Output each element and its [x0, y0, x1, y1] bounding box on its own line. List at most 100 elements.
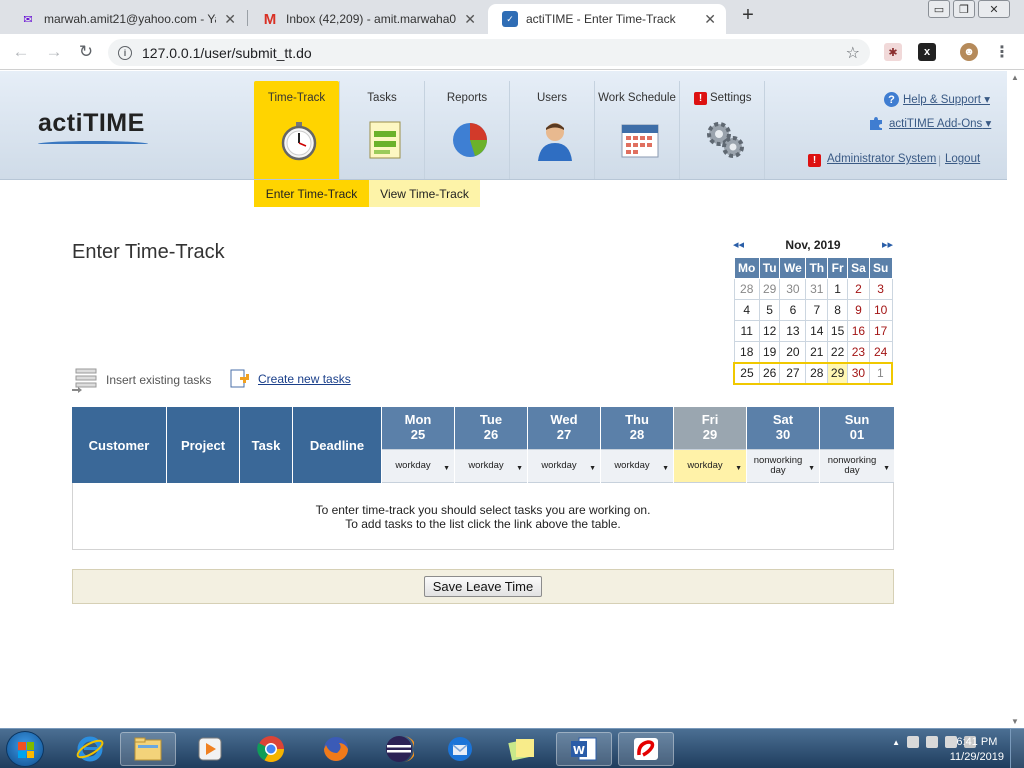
day-type-select[interactable]: workday ▼ — [528, 449, 600, 483]
taskbar-media-player[interactable] — [182, 732, 238, 766]
calendar-day[interactable]: 17 — [868, 320, 893, 342]
nav-users[interactable]: Users — [509, 81, 594, 179]
back-button[interactable]: ← — [9, 40, 33, 64]
taskbar-eclipse[interactable] — [371, 732, 427, 766]
calendar-day[interactable]: 11 — [733, 320, 760, 342]
calendar-day[interactable]: 12 — [758, 320, 781, 342]
nav-work-schedule[interactable]: Work Schedule — [594, 81, 679, 179]
calendar-day[interactable]: 25 — [732, 361, 760, 385]
nav-time-track[interactable]: Time-Track — [254, 81, 339, 179]
insert-existing-tasks[interactable]: Insert existing tasks — [72, 367, 211, 393]
profile-avatar[interactable]: ☻ — [960, 43, 978, 61]
prev-month-icon[interactable]: ◂◂ — [733, 236, 744, 254]
calendar-day[interactable]: 14 — [805, 320, 829, 342]
actitime-logo[interactable]: actiTIME — [38, 109, 145, 138]
browser-menu-icon[interactable]: ⋮ — [993, 43, 1011, 61]
next-month-icon[interactable]: ▸▸ — [882, 236, 893, 254]
extension-bug-icon[interactable]: ✱ — [884, 43, 902, 61]
col-header-task[interactable]: Task — [240, 407, 293, 483]
tray-device-icon[interactable] — [926, 736, 938, 748]
tab-gmail[interactable]: M Inbox (42,209) - amit.marwaha00 ✕ — [248, 4, 486, 34]
calendar-day[interactable]: 3 — [868, 278, 893, 300]
calendar-day[interactable]: 4 — [733, 299, 760, 321]
calendar-day[interactable]: 2 — [847, 278, 870, 300]
taskbar-file-explorer[interactable] — [120, 732, 176, 766]
reload-button[interactable]: ↻ — [74, 40, 98, 64]
save-leave-time-button[interactable]: Save Leave Time — [423, 576, 543, 597]
tab-yahoo-mail[interactable]: ✉ marwah.amit21@yahoo.com - Ya ✕ — [6, 4, 246, 34]
calendar-day[interactable]: 21 — [805, 341, 829, 363]
calendar-day[interactable]: 30 — [779, 278, 807, 300]
administrator-system-link[interactable]: Administrator System — [827, 153, 936, 165]
close-tab-icon[interactable]: ✕ — [704, 11, 716, 28]
close-window-button[interactable]: ✕ — [978, 0, 1010, 18]
calendar-day[interactable]: 1 — [827, 278, 849, 300]
calendar-day-today[interactable]: 29 — [827, 361, 849, 385]
calendar-day[interactable]: 20 — [779, 341, 807, 363]
tray-flag-icon[interactable] — [907, 736, 919, 748]
subnav-view-time-track[interactable]: View Time-Track — [369, 180, 480, 207]
calendar-day[interactable]: 24 — [868, 341, 893, 363]
col-header-deadline[interactable]: Deadline — [293, 407, 382, 483]
calendar-day[interactable]: 26 — [758, 361, 781, 385]
forward-button[interactable]: → — [42, 40, 66, 64]
calendar-day[interactable]: 7 — [805, 299, 829, 321]
calendar-day[interactable]: 6 — [779, 299, 807, 321]
col-header-customer[interactable]: Customer — [72, 407, 167, 483]
calendar-day[interactable]: 22 — [827, 341, 849, 363]
minimize-button[interactable]: ▭ — [928, 0, 950, 18]
tab-actitime[interactable]: ✓ actiTIME - Enter Time-Track ✕ — [488, 4, 726, 34]
day-type-select[interactable]: nonworking day ▼ — [747, 449, 819, 483]
addons-link[interactable]: actiTIME Add-Ons ▾ — [889, 116, 991, 130]
day-type-select[interactable]: workday ▼ — [382, 449, 454, 483]
address-bar[interactable]: i 127.0.0.1/user/submit_tt.do ☆ — [108, 39, 870, 66]
new-tab-button[interactable]: + — [738, 4, 758, 27]
calendar-day[interactable]: 30 — [847, 361, 870, 385]
taskbar-airtel-app[interactable] — [618, 732, 674, 766]
calendar-day[interactable]: 13 — [779, 320, 807, 342]
taskbar-clock[interactable]: 6:41 PM 11/29/2019 — [950, 735, 1004, 765]
taskbar-internet-explorer[interactable] — [62, 732, 118, 766]
close-tab-icon[interactable]: ✕ — [224, 11, 236, 28]
day-type-select[interactable]: workday ▼ — [674, 449, 746, 483]
subnav-enter-time-track[interactable]: Enter Time-Track — [254, 180, 369, 207]
scroll-down-icon[interactable]: ▼ — [1011, 717, 1019, 726]
taskbar-sticky-notes[interactable] — [494, 732, 550, 766]
show-desktop-button[interactable] — [1010, 729, 1024, 768]
taskbar-thunderbird[interactable] — [432, 732, 488, 766]
calendar-day[interactable]: 19 — [758, 341, 781, 363]
close-tab-icon[interactable]: ✕ — [464, 11, 476, 28]
nav-settings[interactable]: ! Settings — [679, 81, 764, 179]
show-hidden-icons[interactable]: ▲ — [892, 738, 900, 747]
calendar-day[interactable]: 18 — [733, 341, 760, 363]
nav-reports[interactable]: Reports — [424, 81, 509, 179]
create-new-tasks-link[interactable]: Create new tasks — [230, 369, 351, 389]
calendar-day[interactable]: 10 — [868, 299, 893, 321]
calendar-day[interactable]: 27 — [779, 361, 807, 385]
day-type-select[interactable]: workday ▼ — [601, 449, 673, 483]
help-support-link[interactable]: Help & Support ▾ — [903, 92, 990, 106]
calendar-day[interactable]: 28 — [733, 278, 760, 300]
calendar-day[interactable]: 23 — [847, 341, 870, 363]
calendar-day[interactable]: 8 — [827, 299, 849, 321]
scroll-up-icon[interactable]: ▲ — [1011, 73, 1019, 82]
calendar-day[interactable]: 1 — [868, 361, 893, 385]
day-type-select[interactable]: workday ▼ — [455, 449, 527, 483]
maximize-button[interactable]: ❐ — [953, 0, 975, 18]
calendar-day[interactable]: 15 — [827, 320, 849, 342]
col-header-project[interactable]: Project — [167, 407, 240, 483]
logout-link[interactable]: Logout — [945, 153, 980, 165]
nav-tasks[interactable]: Tasks — [339, 81, 424, 179]
vertical-scrollbar[interactable]: ▲ ▼ — [1007, 71, 1024, 728]
calendar-day[interactable]: 28 — [805, 361, 829, 385]
bookmark-star-icon[interactable]: ☆ — [846, 43, 860, 63]
start-button[interactable] — [6, 731, 44, 767]
calendar-day[interactable]: 31 — [805, 278, 829, 300]
calendar-day[interactable]: 9 — [847, 299, 870, 321]
info-icon[interactable]: i — [118, 45, 132, 60]
taskbar-chrome[interactable] — [243, 732, 299, 766]
calendar-day[interactable]: 29 — [758, 278, 781, 300]
calendar-day[interactable]: 5 — [758, 299, 781, 321]
extension-x-icon[interactable]: x — [918, 43, 936, 61]
taskbar-word[interactable]: W — [556, 732, 612, 766]
